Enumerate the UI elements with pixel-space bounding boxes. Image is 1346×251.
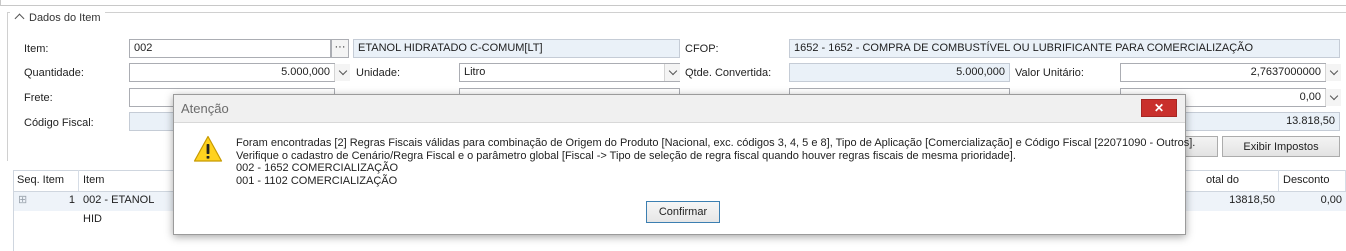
- dialog-message: Foram encontradas [2] Regras Fiscais vál…: [236, 137, 1196, 187]
- chevron-down-icon: [338, 66, 347, 76]
- close-icon: ✕: [1153, 101, 1165, 115]
- valor-unitario-label: Valor Unitário:: [1015, 67, 1084, 79]
- confirm-button[interactable]: Confirmar: [646, 201, 720, 223]
- item-code-input[interactable]: 002: [129, 39, 331, 58]
- unidade-dropdown-button[interactable]: [664, 64, 680, 81]
- row-desconto: 0,00: [1320, 194, 1342, 206]
- col-header-item[interactable]: Item: [79, 170, 179, 191]
- message-line: Foram encontradas [2] Regras Fiscais vál…: [236, 137, 1196, 149]
- col-header-desconto[interactable]: Desconto: [1279, 170, 1346, 191]
- row-item: 002 - ETANOL HID: [83, 194, 154, 225]
- col-header-total[interactable]: otal do Produto: [1202, 170, 1279, 207]
- valor-unitario-input[interactable]: 2,7637000000: [1120, 63, 1326, 82]
- qtde-convertida-field: 5.000,000: [789, 63, 1010, 82]
- cfop-field: 1652 - 1652 - COMPRA DE COMBUSTÍVEL OU L…: [789, 39, 1340, 58]
- section-title: Dados do Item: [29, 12, 101, 24]
- warning-icon: [193, 135, 223, 162]
- quantidade-label: Quantidade:: [24, 67, 84, 79]
- top-panel-edge: [0, 0, 1346, 6]
- warning-dialog: Atenção ✕ Foram encontradas [2] Regras F…: [173, 94, 1196, 235]
- message-line: Verifique o cadastro de Cenário/Regra Fi…: [236, 149, 1016, 162]
- unidade-label: Unidade:: [356, 67, 401, 79]
- row3-dropdown-button[interactable]: [1325, 89, 1341, 106]
- message-line: 001 - 1102 COMERCIALIZAÇÃO: [236, 174, 398, 187]
- frete-label: Frete:: [24, 92, 53, 104]
- chevron-down-icon: [1329, 66, 1338, 76]
- dialog-titlebar[interactable]: Atenção ✕: [174, 95, 1185, 123]
- quantidade-dropdown-button[interactable]: [334, 64, 350, 81]
- close-button[interactable]: ✕: [1141, 99, 1177, 117]
- row-total: 13818,50: [1229, 194, 1275, 206]
- chevron-up-icon[interactable]: [14, 13, 25, 24]
- exibir-impostos-button[interactable]: Exibir Impostos: [1222, 136, 1340, 157]
- section-header[interactable]: Dados do Item: [10, 12, 105, 24]
- item-label: Item:: [24, 43, 49, 55]
- quantidade-input[interactable]: 5.000,000: [129, 63, 335, 82]
- item-lookup-button[interactable]: ···: [331, 39, 349, 58]
- dialog-title: Atenção: [181, 101, 229, 116]
- cfop-label: CFOP:: [685, 43, 719, 55]
- codigo-fiscal-label: Código Fiscal:: [24, 117, 94, 129]
- expand-row-icon[interactable]: ⊞: [14, 191, 31, 210]
- unidade-select[interactable]: Litro: [459, 63, 680, 82]
- qtde-convertida-label: Qtde. Convertida:: [685, 67, 772, 79]
- row-seq: 1: [68, 194, 75, 206]
- message-line: 002 - 1652 COMERCIALIZAÇÃO: [236, 162, 399, 174]
- chevron-down-icon: [668, 66, 677, 76]
- valor-unitario-dropdown-button[interactable]: [1325, 64, 1341, 81]
- chevron-down-icon: [1329, 91, 1338, 101]
- col-header-seq[interactable]: Seq. Item: [13, 170, 79, 191]
- item-description-field: ETANOL HIDRATADO C-COMUM[LT]: [353, 39, 680, 58]
